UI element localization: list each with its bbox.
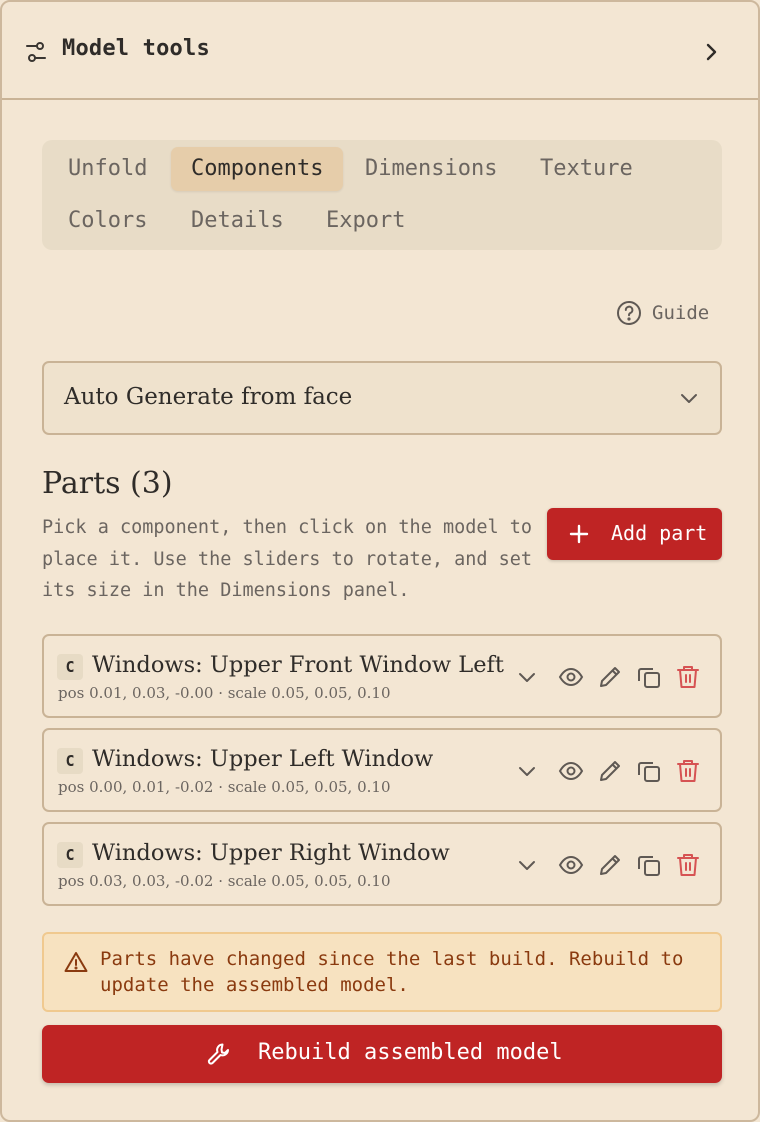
part-row[interactable]: C Windows: Upper Left Window pos 0.00, 0… xyxy=(42,728,722,812)
rebuild-button[interactable]: Rebuild assembled model xyxy=(42,1025,722,1083)
pencil-icon[interactable] xyxy=(597,664,623,690)
chevron-down-icon xyxy=(681,394,697,403)
part-name: Windows: Upper Front Window Left xyxy=(92,652,504,678)
rebuild-warning: Parts have changed since the last build.… xyxy=(42,932,722,1012)
copy-icon[interactable] xyxy=(636,664,662,690)
copy-icon[interactable] xyxy=(636,852,662,878)
part-row[interactable]: C Windows: Upper Right Window pos 0.03, … xyxy=(42,822,722,906)
copy-icon[interactable] xyxy=(636,758,662,784)
pencil-icon[interactable] xyxy=(597,758,623,784)
panel-title: Model tools xyxy=(62,36,210,61)
tab-details[interactable]: Details xyxy=(171,199,304,243)
generator-select-value: Auto Generate from face xyxy=(64,384,353,410)
eye-icon[interactable] xyxy=(558,852,584,878)
chevron-down-icon[interactable] xyxy=(514,852,540,878)
trash-icon[interactable] xyxy=(675,852,701,878)
part-name: Windows: Upper Right Window xyxy=(92,840,450,866)
warning-text: Parts have changed since the last build.… xyxy=(100,948,684,996)
chevron-down-icon[interactable] xyxy=(514,664,540,690)
tab-unfold[interactable]: Unfold xyxy=(48,147,167,191)
part-row[interactable]: C Windows: Upper Front Window Left pos 0… xyxy=(42,634,722,718)
add-part-label: Add part xyxy=(611,521,708,545)
part-transform: pos 0.00, 0.01, -0.02 · scale 0.05, 0.05… xyxy=(58,778,391,796)
guide-label: Guide xyxy=(652,302,710,324)
panel-header[interactable]: Model tools xyxy=(2,2,758,100)
part-transform: pos 0.01, 0.03, -0.00 · scale 0.05, 0.05… xyxy=(58,684,391,702)
component-badge: C xyxy=(57,748,83,774)
model-tools-panel: Model tools Unfold Components Dimensions… xyxy=(0,0,760,1122)
tab-colors[interactable]: Colors xyxy=(48,199,167,243)
trash-icon[interactable] xyxy=(675,758,701,784)
eye-icon[interactable] xyxy=(558,758,584,784)
wrench-icon xyxy=(207,1043,229,1065)
plus-icon xyxy=(569,524,589,544)
trash-icon[interactable] xyxy=(675,664,701,690)
tab-dimensions[interactable]: Dimensions xyxy=(345,147,517,191)
rebuild-label: Rebuild assembled model xyxy=(258,1040,563,1065)
help-circle-icon xyxy=(617,301,641,325)
tab-texture[interactable]: Texture xyxy=(520,147,653,191)
part-transform: pos 0.03, 0.03, -0.02 · scale 0.05, 0.05… xyxy=(58,872,391,890)
chevron-down-icon[interactable] xyxy=(514,758,540,784)
component-badge: C xyxy=(57,842,83,868)
part-name: Windows: Upper Left Window xyxy=(92,746,434,772)
parts-description: Pick a component, then click on the mode… xyxy=(42,517,533,601)
pencil-icon[interactable] xyxy=(597,852,623,878)
generator-select[interactable]: Auto Generate from face xyxy=(42,361,722,435)
tab-export[interactable]: Export xyxy=(306,199,425,243)
parts-heading: Parts (3) xyxy=(42,466,173,501)
chevron-right-icon[interactable] xyxy=(702,41,722,63)
warning-triangle-icon xyxy=(64,952,88,972)
sliders-icon xyxy=(26,42,46,62)
component-badge: C xyxy=(57,654,83,680)
tab-components[interactable]: Components xyxy=(171,147,344,191)
tab-bar: Unfold Components Dimensions Texture Col… xyxy=(42,140,722,250)
eye-icon[interactable] xyxy=(558,664,584,690)
guide-link[interactable]: Guide xyxy=(616,299,709,327)
add-part-button[interactable]: Add part xyxy=(547,508,722,560)
